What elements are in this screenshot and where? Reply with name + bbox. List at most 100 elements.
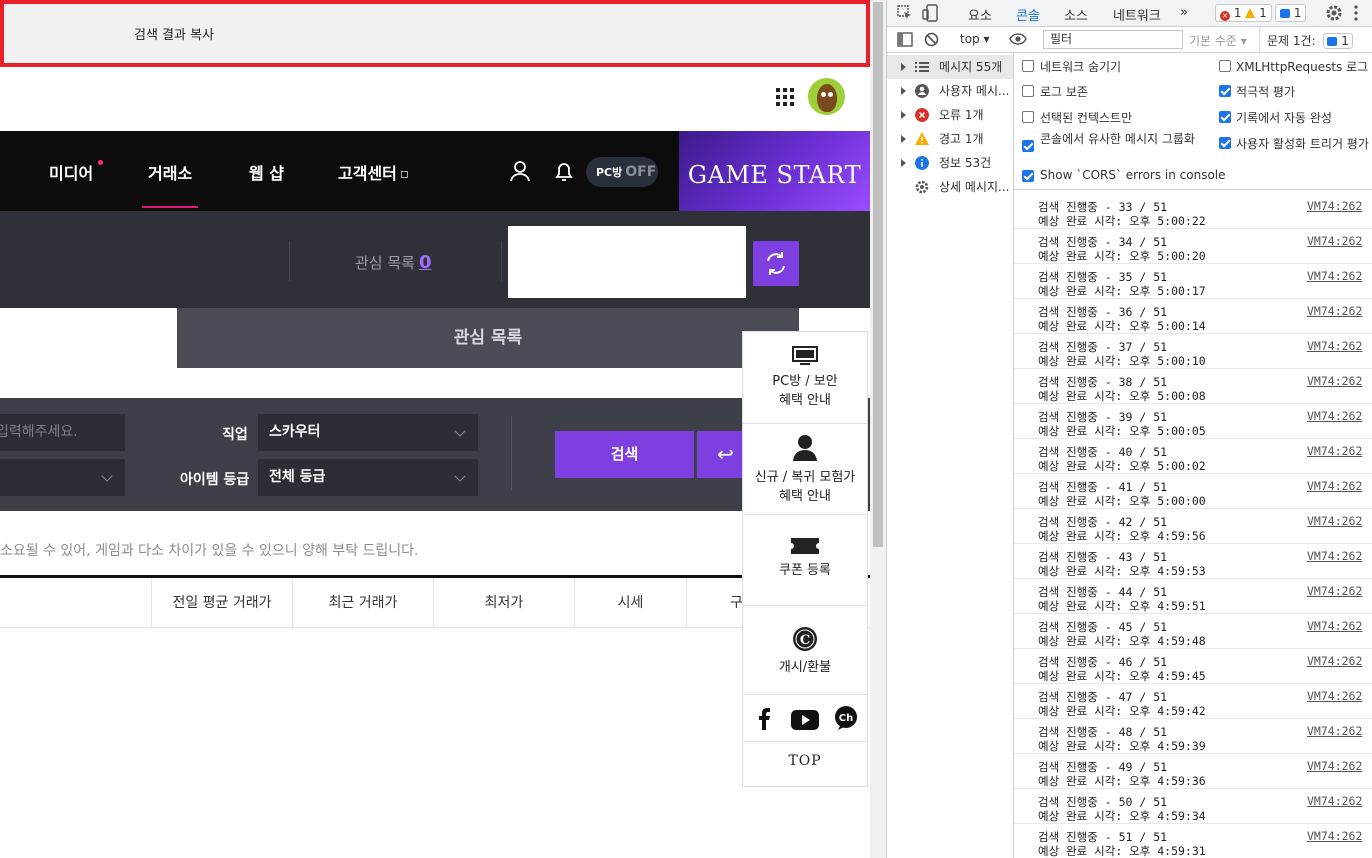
category-select[interactable] [0,459,125,496]
nav-webshop[interactable]: 웹 샵 [249,160,284,184]
tab-network[interactable]: 네트워크 [1113,5,1161,24]
sidebar-item-verbose[interactable]: 상세 메시지... [887,175,1013,199]
context-select[interactable]: top ▾ [960,32,990,46]
class-select[interactable]: 스카우터 [258,414,478,451]
issues-button[interactable]: 문제 1건: 1 [1267,32,1353,49]
autocomplete-checkbox[interactable] [1219,111,1231,123]
scrollbar-thumb[interactable] [873,2,883,547]
sidebar-item-errors[interactable]: 오류 1개 [887,103,1013,127]
source-link[interactable]: VM74:262 [1307,549,1362,563]
source-link[interactable]: VM74:262 [1307,199,1362,213]
source-link[interactable]: VM74:262 [1307,654,1362,668]
sidebar-item-label: 사용자 메시... [939,84,1010,98]
filter-input[interactable]: 필터 [1043,30,1183,49]
sidebar-item-user-messages[interactable]: 사용자 메시... [887,79,1013,103]
quick-pcbang-benefits[interactable]: PC방 / 보안 혜택 안내 [743,332,867,424]
source-link[interactable]: VM74:262 [1307,269,1362,283]
sidebar-toggle-icon[interactable] [897,32,913,47]
tab-elements[interactable]: 요소 [968,5,992,24]
sidebar-item-messages[interactable]: 메시지 55개 [887,55,1013,79]
console-message: 검색 진행중 - 45 / 51 예상 완료 시각: 오후 4:59:48 VM74… [1014,614,1372,649]
source-link[interactable]: VM74:262 [1307,444,1362,458]
sidebar-item-warnings[interactable]: 경고 1개 [887,127,1013,151]
inspect-icon[interactable] [897,5,913,21]
nav-support[interactable]: 고객센터 [338,160,408,184]
source-link[interactable]: VM74:262 [1307,829,1362,843]
refresh-button[interactable] [753,241,799,286]
apps-grid-icon[interactable] [776,88,794,106]
sidebar-item-label: 경고 1개 [939,132,984,146]
facebook-icon[interactable] [757,708,771,730]
column-header[interactable]: 최저가 [433,578,574,628]
keyword-input[interactable]: 입력해주세요. [0,414,125,451]
game-start-button[interactable]: GAME START [679,131,870,211]
source-link[interactable]: VM74:262 [1307,689,1362,703]
source-link[interactable]: VM74:262 [1307,374,1362,388]
clear-console-icon[interactable] [924,32,939,47]
page-scrollbar[interactable] [870,0,886,858]
nav-exchange[interactable]: 거래소 [141,160,199,208]
column-header[interactable]: 최근 거래가 [292,578,433,628]
issues-count[interactable]: 1 [1275,4,1307,22]
show-cors-checkbox[interactable] [1022,170,1034,182]
column-header[interactable]: 전일 평균 거래가 [151,578,292,628]
source-link[interactable]: VM74:262 [1307,759,1362,773]
column-header[interactable]: 시세 [574,578,686,628]
tab-watchlist[interactable]: 관심 목록 [177,308,799,368]
avatar[interactable] [808,78,845,115]
source-link[interactable]: VM74:262 [1307,794,1362,808]
channel-icon[interactable]: Ch [834,706,858,730]
quick-new-returning[interactable]: 신규 / 복귀 모험가 혜택 안내 [743,424,867,515]
user-gesture-checkbox[interactable] [1219,137,1231,149]
eager-eval-checkbox[interactable] [1219,85,1231,97]
preserve-log-checkbox[interactable] [1022,85,1034,97]
watchlist-count[interactable]: 0 [419,252,432,273]
error-icon [915,108,929,122]
more-tabs-icon[interactable]: » [1180,5,1188,20]
eager-eval-label: 적극적 평가 [1236,85,1296,99]
watchlist-summary[interactable]: 관심 목록 0 [355,252,432,273]
autocomplete-label: 기록에서 자동 완성 [1236,111,1332,125]
source-link[interactable]: VM74:262 [1307,339,1362,353]
quick-cash-refund[interactable]: C 개시/환불 [743,606,867,695]
source-link[interactable]: VM74:262 [1307,409,1362,423]
pcbang-toggle[interactable]: PC방 OFF [586,157,658,187]
tab-console[interactable]: 콘솔 [1010,5,1046,32]
error-warning-counts[interactable]: × 1 1 [1215,4,1272,22]
kebab-menu-icon[interactable] [1353,5,1359,21]
xhr-log-checkbox[interactable] [1219,60,1231,72]
youtube-icon[interactable] [791,710,819,730]
quick-coupon[interactable]: 쿠폰 등록 [743,515,867,606]
source-link[interactable]: VM74:262 [1307,619,1362,633]
source-link[interactable]: VM74:262 [1307,234,1362,248]
grade-label: 아이템 등급 [180,472,250,488]
source-link[interactable]: VM74:262 [1307,304,1362,318]
divider [501,241,502,281]
log-level-select[interactable]: 기본 수준 ▾ [1189,32,1247,49]
tab-sources[interactable]: 소스 [1064,5,1088,24]
sidebar-item-info[interactable]: 정보 53건 [887,151,1013,175]
message-icon [1280,9,1290,18]
device-toggle-icon[interactable] [922,4,938,22]
selected-context-checkbox[interactable] [1022,111,1034,123]
source-link[interactable]: VM74:262 [1307,584,1362,598]
hide-network-checkbox[interactable] [1022,60,1034,72]
class-value: 스카우터 [269,424,321,440]
copy-results-button[interactable]: 검색 결과 복사 [0,0,870,67]
search-button[interactable]: 검색 [555,431,694,478]
scroll-top-button[interactable]: TOP [743,753,867,769]
bell-icon[interactable] [552,159,576,183]
eye-icon[interactable] [1009,33,1027,45]
console-message: 검색 진행중 - 38 / 51 예상 완료 시각: 오후 5:00:08 VM74… [1014,369,1372,404]
grade-select[interactable]: 전체 등급 [258,459,478,496]
market-header: 관심 목록 0 [0,211,870,308]
nav-media[interactable]: 미디어 [49,160,93,184]
group-similar-checkbox[interactable] [1022,140,1034,152]
gear-icon[interactable] [1325,4,1343,22]
source-link[interactable]: VM74:262 [1307,724,1362,738]
quick-item-label: 쿠폰 등록 [779,563,831,578]
warning-icon [915,132,929,145]
user-icon[interactable] [508,159,532,183]
source-link[interactable]: VM74:262 [1307,514,1362,528]
source-link[interactable]: VM74:262 [1307,479,1362,493]
